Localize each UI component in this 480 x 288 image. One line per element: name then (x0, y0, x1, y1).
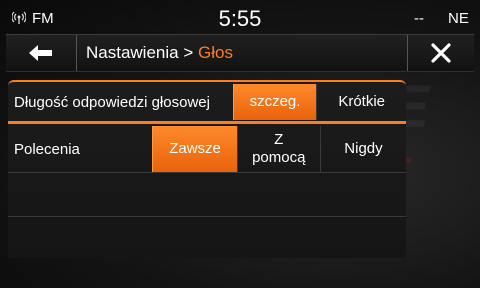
settings-panel: Długość odpowiedzi głosowej szczeg. Krót… (8, 80, 406, 258)
close-button[interactable] (408, 35, 474, 71)
close-icon (431, 43, 451, 63)
setting-row-response-length: Długość odpowiedzi głosowej szczeg. Krót… (8, 84, 406, 120)
breadcrumb-separator: > (183, 43, 194, 62)
option-with-help[interactable]: Z pomocą (236, 126, 320, 172)
row-divider (8, 216, 406, 217)
setting-label-response-length: Długość odpowiedzi głosowej (14, 93, 210, 111)
status-bar: FM 5:55 -- NE (0, 0, 480, 36)
option-detailed[interactable]: szczeg. (232, 84, 317, 120)
setting-row-commands: Polecenia Zawsze Z pomocą Nigdy (8, 126, 406, 172)
breadcrumb-current: Głos (198, 43, 233, 62)
compass-heading: NE (448, 10, 469, 27)
option-always[interactable]: Zawsze (152, 126, 237, 172)
temperature: -- (414, 10, 424, 27)
row-divider-accent (8, 121, 406, 124)
breadcrumb: Nastawienia > Głos (86, 43, 233, 63)
title-divider-left (76, 35, 77, 71)
option-short[interactable]: Krótkie (316, 84, 406, 120)
setting-label-commands: Polecenia (14, 140, 80, 158)
breadcrumb-parent: Nastawienia (86, 43, 179, 62)
option-never[interactable]: Nigdy (319, 126, 406, 172)
row-divider (8, 172, 406, 173)
arrow-left-icon (29, 45, 52, 61)
title-bar: Nastawienia > Głos (6, 34, 474, 72)
clock: 5:55 (218, 6, 262, 31)
back-button[interactable] (6, 35, 76, 71)
